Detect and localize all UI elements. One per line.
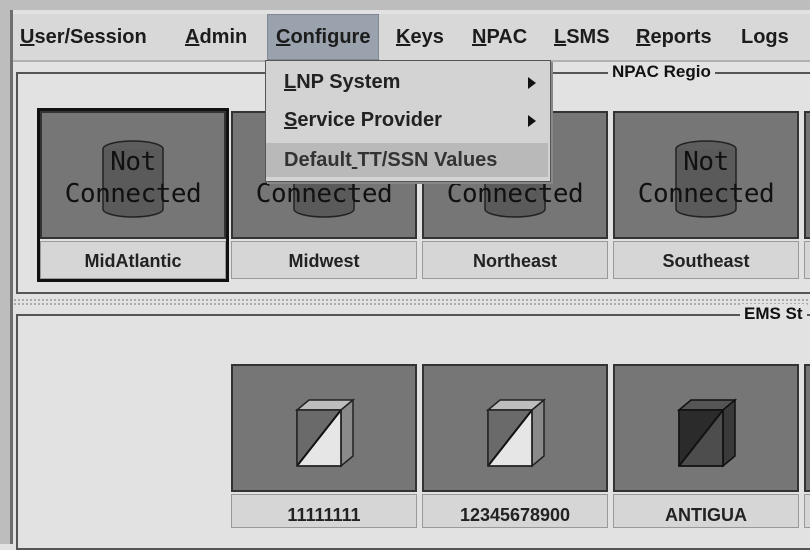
window-frame-edge (10, 10, 13, 544)
menu-item-default-tt-ssn-values[interactable]: Default TT/SSN Values (266, 143, 548, 177)
menu-reports[interactable]: Reports (636, 14, 712, 60)
submenu-arrow-icon (528, 77, 536, 89)
status-connected: Connected (446, 179, 584, 209)
ems-status-image (231, 364, 417, 492)
status-connected: Connected (637, 179, 775, 209)
ems-tile-12345678900[interactable]: 12345678900 (422, 364, 608, 528)
tile-label: 12345678900 (422, 494, 608, 528)
menu-configure[interactable]: Configure (267, 14, 380, 60)
db-status-image (804, 111, 810, 239)
ems-status-image (422, 364, 608, 492)
split-pane-divider[interactable] (13, 298, 810, 306)
menu-keys[interactable]: Keys (396, 14, 444, 60)
tile-label (804, 494, 810, 528)
ems-status-title: EMS St (740, 304, 807, 324)
menu-lsms[interactable]: LSMS (554, 14, 610, 60)
menu-npac[interactable]: NPAC (472, 14, 527, 60)
npac-tile-midatlantic[interactable]: Not Connected MidAtlantic (37, 108, 229, 282)
tile-label (804, 241, 810, 279)
menu-item-service-provider[interactable]: Service Provider (266, 103, 548, 137)
window-frame-left (0, 10, 10, 544)
tile-label: Southeast (613, 241, 799, 279)
npac-tile-southeast[interactable]: Not Connected Southeast (613, 111, 799, 279)
ems-tile-11111111[interactable]: 11111111 (231, 364, 417, 528)
menu-logs[interactable]: Logs (741, 14, 789, 60)
ems-status-image (613, 364, 799, 492)
window-frame-top (0, 0, 810, 10)
ems-tile-antigua[interactable]: ANTIGUA (613, 364, 799, 528)
tile-label: Midwest (231, 241, 417, 279)
ems-tile-partial[interactable] (804, 364, 810, 528)
npac-tile-partial[interactable] (804, 111, 810, 279)
server-box-icon (676, 398, 738, 468)
ems-status-image (804, 364, 810, 492)
status-not: Not (110, 147, 156, 177)
status-not: Not (683, 147, 729, 177)
menu-item-lnp-system[interactable]: LNP System (266, 65, 548, 99)
status-connected: Connected (255, 179, 393, 209)
tile-label: Northeast (422, 241, 608, 279)
tile-label: 11111111 (231, 494, 417, 528)
status-connected: Connected (64, 179, 202, 209)
db-status-image: Not Connected (613, 111, 799, 239)
ems-status-panel: EMS St 11111111 12345678900 ANTIGUA (16, 304, 810, 550)
submenu-arrow-icon (528, 115, 536, 127)
menu-admin[interactable]: Admin (185, 14, 247, 60)
tile-label: ANTIGUA (613, 494, 799, 528)
server-box-icon (485, 398, 547, 468)
menu-bar: User/Session Admin Configure Keys NPAC L… (13, 14, 810, 62)
configure-dropdown-menu: LNP System Service Provider Default TT/S… (265, 60, 551, 182)
npac-region-title: NPAC Regio (608, 62, 715, 82)
server-box-icon (294, 398, 356, 468)
tile-label: MidAtlantic (40, 241, 226, 279)
menu-user-session[interactable]: User/Session (20, 14, 147, 60)
db-status-image: Not Connected (40, 111, 226, 239)
